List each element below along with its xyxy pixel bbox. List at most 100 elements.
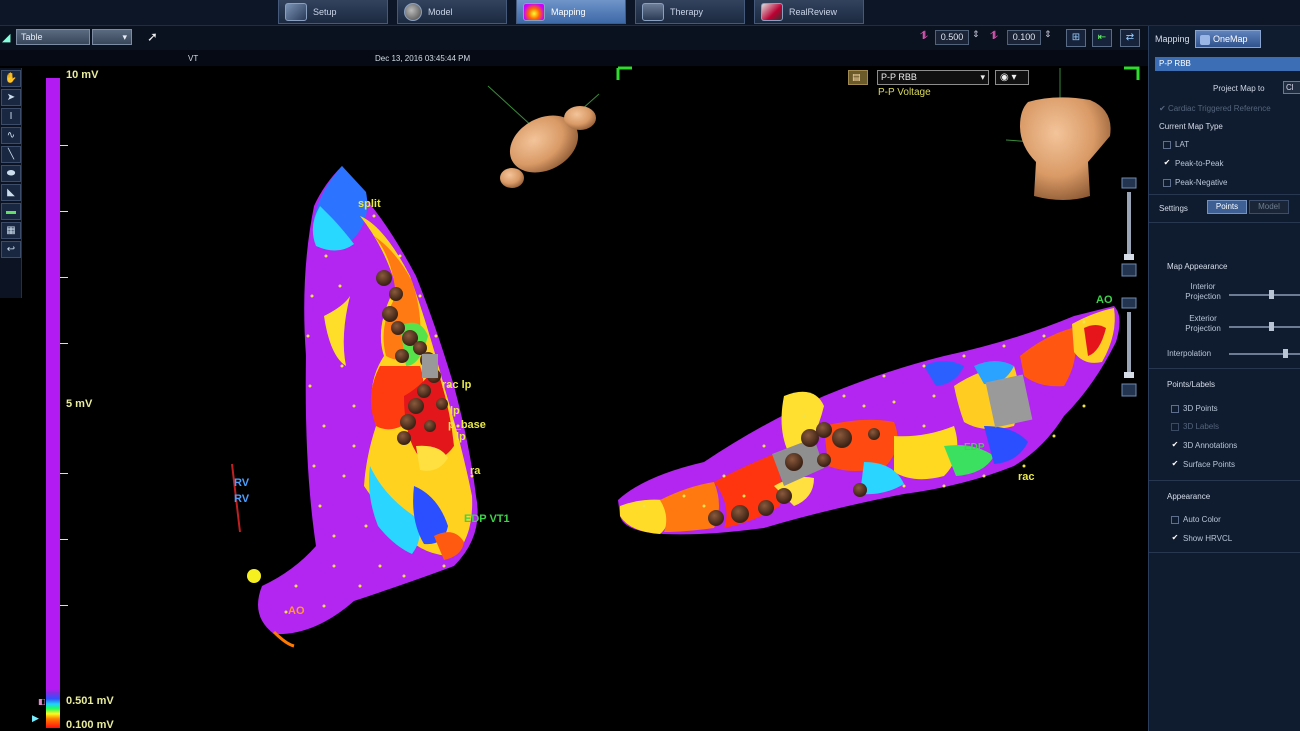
check-icon[interactable]: ✔ (1171, 440, 1179, 450)
option-3d-labels[interactable]: 3D Labels (1171, 422, 1219, 431)
option-3d-points[interactable]: 3D Points (1171, 404, 1218, 413)
divider (1149, 194, 1300, 195)
settings-tab-model[interactable]: Model (1249, 200, 1289, 214)
divider (1149, 480, 1300, 481)
view-toolbar: ◢ Table ▾ ➚ ⥮ 0.500 ⇕ ⥮ 0.100 ⇕ ⊞ ⇤ ⇄ (0, 26, 1148, 50)
checkbox-lat[interactable] (1163, 140, 1171, 149)
hook-icon[interactable]: ↩ (1, 241, 21, 258)
visibility-dropdown[interactable]: ◉ ▾ (995, 70, 1029, 85)
interior-projection-label: Interior Projection (1185, 282, 1221, 301)
curve-icon[interactable]: ∿ (1, 127, 21, 144)
green-tag-icon[interactable]: ▬ (1, 203, 21, 220)
cardiac-reference-option[interactable]: ✔ Cardiac Triggered Reference (1159, 104, 1271, 113)
grid-icon[interactable]: ▦ (1, 222, 21, 239)
orientation-figure-right[interactable] (1005, 68, 1111, 200)
threshold-low-value: 0.100 (1012, 32, 1036, 42)
label-ao-right[interactable]: AO (1096, 294, 1113, 306)
catheter-tip-marker[interactable] (247, 569, 261, 583)
check-icon[interactable]: ✔ (1171, 459, 1179, 469)
threshold-low-input[interactable]: 0.100 (1007, 30, 1041, 45)
map-select[interactable]: P-P RBB ▾ (877, 70, 989, 85)
view-dropdown-arrow[interactable]: ▾ (92, 29, 132, 45)
exterior-projection-label: Exterior Projection (1185, 314, 1221, 333)
rewind-button[interactable]: ⇤ (1092, 29, 1112, 47)
sync-button[interactable]: ⇄ (1120, 29, 1140, 47)
select-icon[interactable]: ➤ (1, 89, 21, 106)
map-type-lat[interactable]: LAT (1163, 140, 1189, 149)
option-3d-labels-label: 3D Labels (1183, 422, 1220, 431)
label-ra[interactable]: ra (470, 465, 481, 477)
map-type-peak-negative[interactable]: Peak-Negative (1163, 178, 1227, 187)
tab-model[interactable]: Model (397, 0, 507, 24)
view-dropdown-value: Table (21, 32, 43, 42)
label-rac-right[interactable]: rac (1018, 471, 1035, 483)
onemap-label: OneMap (1213, 34, 1248, 44)
lv-voltage-map[interactable] (618, 306, 1120, 535)
map-list-button[interactable]: ▤ (848, 70, 868, 85)
view-dropdown[interactable]: Table (16, 29, 90, 45)
stepper-high-icon[interactable]: ⇕ (972, 29, 980, 40)
label-rac-lp[interactable]: rac lp (442, 379, 472, 391)
3d-map-viewport[interactable]: split rac lp lp p_base lp ra EDP VT1 RV … (24, 66, 1144, 731)
threshold-high-input[interactable]: 0.500 (935, 30, 969, 45)
settings-tab-points[interactable]: Points (1207, 200, 1247, 214)
map-appearance-heading: Map Appearance (1167, 262, 1228, 271)
interior-projection-slider[interactable] (1229, 290, 1300, 299)
slider-knob[interactable] (1269, 322, 1275, 331)
chevron-down-icon: ▾ (122, 32, 127, 42)
option-auto-color[interactable]: Auto Color (1171, 515, 1221, 524)
orientation-icon[interactable]: ◢ (2, 31, 10, 44)
tab-setup-label: Setup (313, 6, 337, 17)
checkbox-peak-negative[interactable] (1163, 178, 1171, 187)
rewind-icon: ⇤ (1097, 32, 1107, 43)
eraser-icon[interactable]: ◣ (1, 184, 21, 201)
check-icon[interactable]: ✔ (1171, 533, 1179, 543)
layout-button[interactable]: ⊞ (1066, 29, 1086, 47)
orientation-figure-left[interactable] (487, 85, 600, 188)
sync-icon: ⇄ (1125, 32, 1135, 43)
check-icon[interactable]: ✔ (1163, 158, 1171, 168)
selected-map-header[interactable]: P-P RBB (1155, 57, 1300, 71)
label-lp-2[interactable]: lp (456, 431, 466, 443)
checkbox-3d-points[interactable] (1171, 404, 1179, 413)
line-icon[interactable]: ╲ (1, 146, 21, 163)
interpolation-slider[interactable] (1229, 349, 1300, 358)
label-edp-right[interactable]: EDP (964, 442, 985, 453)
divider (1149, 552, 1300, 553)
checkbox-3d-labels[interactable] (1171, 422, 1179, 431)
hand-icon[interactable]: ✋ (1, 70, 21, 87)
exterior-projection-slider[interactable] (1229, 322, 1300, 331)
map-type-peak-negative-label: Peak-Negative (1175, 178, 1228, 187)
checkbox-auto-color[interactable] (1171, 515, 1179, 524)
option-3d-annotations[interactable]: ✔ 3D Annotations (1171, 440, 1238, 450)
label-rv-2[interactable]: RV (234, 493, 250, 505)
tab-realreview[interactable]: RealReview (754, 0, 864, 24)
tab-setup[interactable]: Setup (278, 0, 388, 24)
label-p-base[interactable]: p_base (448, 419, 486, 431)
option-surface-points[interactable]: ✔ Surface Points (1171, 459, 1235, 469)
label-ao-left[interactable]: AO (288, 605, 305, 617)
label-edp-vt1[interactable]: EDP VT1 (464, 513, 510, 525)
pointer-icon[interactable]: ➚ (147, 29, 158, 45)
stepper-low-icon[interactable]: ⇕ (1044, 29, 1052, 40)
map-type-peak-label: Peak-to-Peak (1175, 159, 1224, 168)
timestamp: Dec 13, 2016 03:45:44 PM (375, 54, 471, 63)
project-map-select[interactable]: Cl (1283, 81, 1300, 94)
onemap-button[interactable]: OneMap (1195, 30, 1261, 48)
label-rv-1[interactable]: RV (234, 477, 250, 489)
zoom-slider-bottom[interactable] (1121, 297, 1137, 397)
slider-knob[interactable] (1269, 290, 1275, 299)
points-labels-heading: Points/Labels (1167, 380, 1216, 389)
map-type-peak-to-peak[interactable]: ✔ Peak-to-Peak (1163, 158, 1224, 168)
slider-knob[interactable] (1282, 349, 1288, 358)
ellipse-icon[interactable]: ⬬ (1, 165, 21, 182)
mapping-icon (523, 2, 545, 21)
tab-therapy[interactable]: Therapy (635, 0, 745, 24)
label-split[interactable]: split (358, 198, 381, 210)
label-lp[interactable]: lp (450, 405, 460, 417)
zoom-slider-top[interactable] (1121, 177, 1137, 277)
text-cursor-icon[interactable]: I (1, 108, 21, 125)
tab-mapping[interactable]: Mapping (516, 0, 626, 24)
chevron-down-icon: ▾ (980, 72, 985, 82)
option-show-hrvcl[interactable]: ✔ Show HRVCL (1171, 533, 1233, 543)
